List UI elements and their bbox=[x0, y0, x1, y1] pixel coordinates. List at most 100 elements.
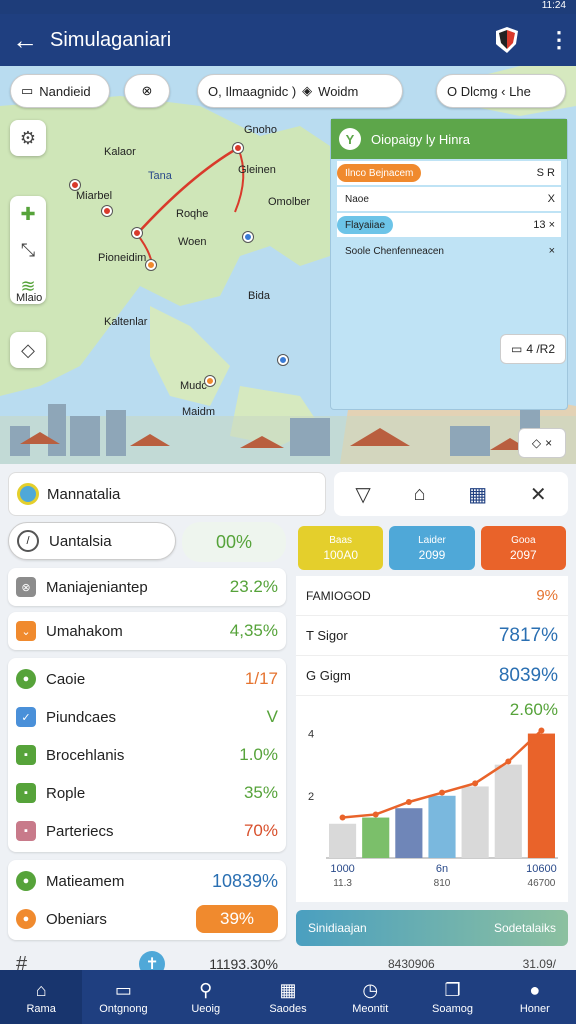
metric-label: Umahakom bbox=[46, 622, 123, 640]
dropdown-icon: ⌄ bbox=[16, 621, 36, 641]
map-label: Mlaio bbox=[16, 292, 43, 304]
x-sub-label: 11.3 bbox=[333, 878, 352, 889]
metric-row[interactable]: ✓ Piundcaes V bbox=[8, 698, 286, 736]
map-pin[interactable] bbox=[205, 376, 215, 386]
metric-row[interactable]: ⌄ Umahakom 4,35% bbox=[8, 612, 286, 650]
metric-row[interactable]: ⊗ Maniajeniantep 23.2% bbox=[8, 568, 286, 606]
stat-row[interactable]: T Sigor 7817% bbox=[296, 616, 568, 656]
location-icon[interactable]: ◇ bbox=[10, 332, 46, 368]
trend-point bbox=[339, 814, 346, 821]
metric-group-card: ● Caoie 1/17 ✓ Piundcaes V ▪ Brocehlanis 1.0% … bbox=[8, 658, 286, 852]
home-icon[interactable]: ⌂ bbox=[413, 483, 425, 506]
map-pin[interactable] bbox=[102, 206, 112, 216]
chart-bar bbox=[494, 764, 522, 858]
nav-label: Saodes bbox=[269, 1002, 307, 1015]
stat-row[interactable]: G Gigm 8039% bbox=[296, 656, 568, 696]
map-tool-location[interactable]: ◇ bbox=[10, 332, 46, 368]
nav-item-3[interactable]: ⚲ Ueoig bbox=[165, 970, 247, 1024]
legend-tag: Soole Chenfenneacen bbox=[345, 245, 444, 257]
map-label: Mudc bbox=[180, 380, 207, 392]
map-pin[interactable] bbox=[146, 260, 156, 270]
map-tool-settings[interactable]: ⚙ bbox=[10, 120, 46, 156]
legend-value: 13 × bbox=[533, 219, 555, 231]
chip-clear[interactable]: ⊗ bbox=[124, 74, 170, 108]
map-label: Bida bbox=[248, 290, 271, 302]
shield-icon[interactable] bbox=[494, 26, 520, 54]
map-pin[interactable] bbox=[70, 180, 80, 190]
chip-filter-3[interactable]: O Dlcmg ‹ Lhe bbox=[436, 74, 566, 108]
nav-item-2[interactable]: ▭ Ontgnong bbox=[82, 970, 164, 1024]
close-icon[interactable]: ✕ bbox=[530, 482, 547, 507]
map-counter-button[interactable]: ▭ 4 /R2 bbox=[500, 334, 566, 364]
map-pin[interactable] bbox=[243, 232, 253, 242]
tile-value: 2099 bbox=[418, 548, 446, 562]
nav-item-4[interactable]: ▦ Saodes bbox=[247, 970, 329, 1024]
nav-label: Rama bbox=[26, 1002, 56, 1015]
stats-panel: Baas 100A0 Laider 2099 Gooa 2097 FAMIOGOD 9%… bbox=[296, 522, 568, 982]
x-sub-label: 810 bbox=[434, 878, 451, 889]
y-tick-label: 4 bbox=[308, 729, 314, 741]
metric-value: 70% bbox=[243, 821, 278, 840]
stat-value: 9% bbox=[536, 587, 558, 604]
more-options-icon[interactable]: ⋮ bbox=[542, 27, 576, 53]
legend-value: X bbox=[547, 193, 555, 205]
status-time: 11:24 bbox=[541, 0, 566, 11]
metric-row[interactable]: ● Matieamem 10839% bbox=[8, 862, 286, 900]
tile-value: 2097 bbox=[509, 548, 537, 562]
metric-row[interactable]: ▪ Brocehlanis 1.0% bbox=[8, 736, 286, 774]
chart-bar bbox=[461, 786, 489, 858]
banner-label: Sinidiaajan bbox=[308, 921, 367, 935]
back-arrow-icon[interactable]: ← bbox=[0, 14, 50, 66]
nav-item-5[interactable]: ◷ Meontit bbox=[329, 970, 411, 1024]
stat-tile[interactable]: Baas 100A0 bbox=[298, 526, 384, 570]
legend-row[interactable]: Flayaiiae 13 × bbox=[337, 213, 561, 237]
close-circle-icon: ⊗ bbox=[141, 83, 153, 98]
chart-bar bbox=[395, 808, 423, 858]
metric-row[interactable]: ▪ Rople 35% bbox=[8, 774, 286, 812]
map-label: Maidm bbox=[182, 406, 216, 418]
map-pin[interactable] bbox=[233, 143, 243, 153]
metric-row[interactable]: ▪ Parteriecs 70% bbox=[8, 812, 286, 850]
edit-icon: / bbox=[17, 530, 39, 552]
nav-item-profile[interactable]: ● Honer bbox=[494, 970, 576, 1024]
grid-icon[interactable]: ▦ bbox=[468, 482, 487, 507]
map-label: Woen bbox=[178, 236, 207, 248]
settings-icon: ⊗ bbox=[16, 577, 36, 597]
legend-row[interactable]: Soole Chenfenneacen × bbox=[337, 239, 561, 263]
metric-value: V bbox=[266, 707, 278, 726]
trend-point bbox=[439, 789, 445, 796]
y-tick-label: 2 bbox=[308, 791, 314, 803]
gear-icon[interactable]: ⚙ bbox=[10, 120, 46, 156]
circle-icon: ● bbox=[16, 909, 36, 929]
region-search[interactable]: Mannatalia bbox=[8, 472, 326, 516]
nav-label: Ontgnong bbox=[99, 1002, 148, 1015]
map-pin[interactable] bbox=[132, 228, 142, 238]
metric-card: ⌄ Umahakom 4,35% bbox=[8, 612, 286, 650]
stat-tile[interactable]: Gooa 2097 bbox=[480, 526, 566, 570]
map-pin[interactable] bbox=[278, 355, 288, 365]
stats-rows: FAMIOGOD 9% T Sigor 7817% G Gigm 8039% bbox=[296, 576, 568, 696]
chip-label: O, Ilmaagnidc ) bbox=[208, 83, 297, 99]
chip-filter-2[interactable]: O, Ilmaagnidc ) ◈ Woidm bbox=[197, 74, 403, 108]
chip-filter-1[interactable]: ▭ Nandieid bbox=[10, 74, 110, 108]
route-icon[interactable]: ⤡ bbox=[10, 232, 46, 268]
summary-banner[interactable]: Sinidiaajan Sodetalaiks bbox=[296, 910, 568, 946]
legend-value: S R bbox=[536, 167, 555, 179]
map-close-button[interactable]: ◇ × bbox=[518, 428, 566, 458]
metric-label: Obeniars bbox=[46, 910, 107, 928]
nav-item-home[interactable]: ⌂ Rama bbox=[0, 970, 83, 1024]
legend-row[interactable]: Naoe X bbox=[337, 187, 561, 211]
metric-row[interactable]: ● Obeniars 39% bbox=[8, 900, 286, 938]
nav-item-6[interactable]: ❐ Soamog bbox=[411, 970, 493, 1024]
map-view[interactable]: ▭ Nandieid ⊗ O, Ilmaagnidc ) ◈ Woidm O Dlcm… bbox=[0, 66, 576, 464]
stat-tile[interactable]: Laider 2099 bbox=[389, 526, 475, 570]
stat-row[interactable]: FAMIOGOD 9% bbox=[296, 576, 568, 616]
clock-icon: ◷ bbox=[362, 979, 379, 1000]
page-title: Simulaganiari bbox=[50, 28, 172, 51]
filter-icon[interactable]: ▽ bbox=[355, 482, 370, 507]
metric-row[interactable]: ● Caoie 1/17 bbox=[8, 660, 286, 698]
zoom-in-icon[interactable]: ✚ bbox=[10, 196, 46, 232]
map-label: Kalaor bbox=[104, 146, 136, 158]
metric-selector[interactable]: / Uantalsia bbox=[8, 522, 176, 560]
legend-row[interactable]: Ilnco Bejnacem S R bbox=[337, 161, 561, 185]
